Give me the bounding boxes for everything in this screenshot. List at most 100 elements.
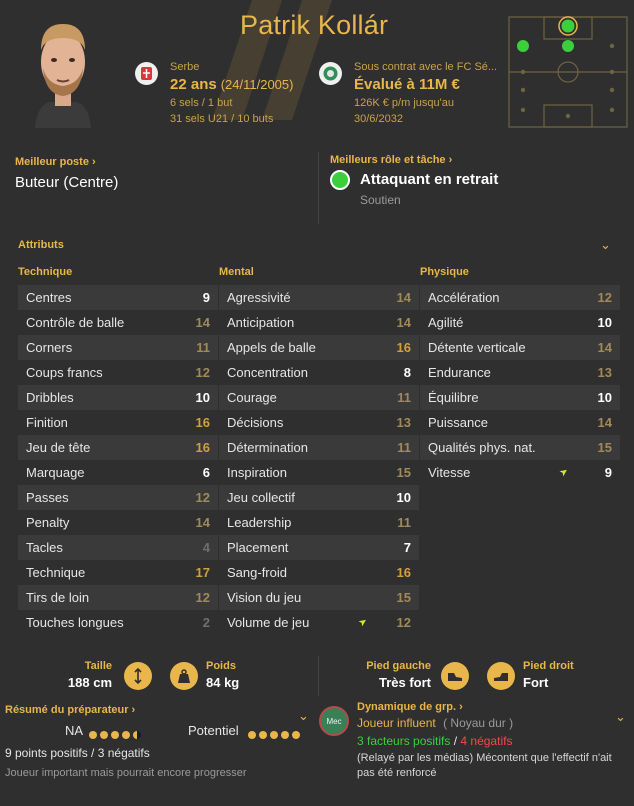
divider bbox=[318, 152, 319, 224]
attribute-row[interactable]: Sang-froid 16 bbox=[219, 560, 419, 585]
chevron-down-icon[interactable]: ⌄ bbox=[600, 237, 611, 253]
left-boot-icon bbox=[441, 662, 469, 690]
attribute-row[interactable]: Courage 11 bbox=[219, 385, 419, 410]
attribute-row[interactable]: Placement 7 bbox=[219, 535, 419, 560]
attribute-row[interactable]: Détente verticale 14 bbox=[420, 335, 620, 360]
attribute-name: Vitesse bbox=[428, 465, 471, 480]
star-icon bbox=[89, 731, 97, 739]
attribute-row[interactable]: Appels de balle 16 bbox=[219, 335, 419, 360]
star-icon bbox=[259, 731, 267, 739]
attribute-name: Puissance bbox=[428, 415, 488, 430]
weight-icon bbox=[170, 662, 198, 690]
attribute-row[interactable]: Tirs de loin 12 bbox=[18, 585, 218, 610]
attribute-value: 16 bbox=[396, 340, 411, 355]
attribute-value: 12 bbox=[195, 590, 210, 605]
attribute-row[interactable]: Leadership 11 bbox=[219, 510, 419, 535]
height-value: 188 cm bbox=[67, 675, 112, 690]
attribute-value: 7 bbox=[403, 540, 411, 555]
attribute-row[interactable]: Contrôle de balle 14 bbox=[18, 310, 218, 335]
role-duty: Soutien bbox=[360, 193, 401, 207]
technical-attributes: Technique Centres 9 Contrôle de balle 14 Cor… bbox=[18, 266, 218, 635]
attribute-name: Concentration bbox=[227, 365, 308, 380]
trend-up-icon: ➤ bbox=[356, 615, 370, 630]
attribute-row[interactable]: Centres 9 bbox=[18, 285, 218, 310]
attribute-value: 14 bbox=[597, 340, 612, 355]
dynamics-label[interactable]: Dynamique de grp. › bbox=[357, 701, 463, 713]
attribute-row[interactable]: Touches longues 2 bbox=[18, 610, 218, 635]
club-crest-icon bbox=[319, 62, 342, 85]
attribute-row[interactable]: Qualités phys. nat. 15 bbox=[420, 435, 620, 460]
attribute-row[interactable]: Jeu de tête 16 bbox=[18, 435, 218, 460]
attribute-row[interactable]: Vitesse ➤ 9 bbox=[420, 460, 620, 485]
attribute-name: Agressivité bbox=[227, 290, 291, 305]
attribute-row[interactable]: Jeu collectif 10 bbox=[219, 485, 419, 510]
attribute-row[interactable]: Agilité 10 bbox=[420, 310, 620, 335]
attribute-name: Finition bbox=[26, 415, 68, 430]
dynamics-group: ( Noyau dur ) bbox=[443, 716, 514, 730]
attribute-name: Courage bbox=[227, 390, 277, 405]
attribute-name: Sang-froid bbox=[227, 565, 287, 580]
physical-attributes: Physique Accélération 12 Agilité 10 Détente … bbox=[420, 266, 620, 485]
attribute-row[interactable]: Puissance 14 bbox=[420, 410, 620, 435]
chevron-down-icon[interactable]: ⌄ bbox=[298, 708, 309, 724]
height-label: Taille bbox=[84, 660, 112, 672]
attribute-value: 14 bbox=[597, 415, 612, 430]
attribute-row[interactable]: Accélération 12 bbox=[420, 285, 620, 310]
left-foot-value: Très fort bbox=[378, 675, 431, 690]
attribute-name: Placement bbox=[227, 540, 289, 555]
best-role[interactable]: Meilleurs rôle et tâche › bbox=[330, 154, 452, 166]
attribute-row[interactable]: Endurance 13 bbox=[420, 360, 620, 385]
coach-report-label[interactable]: Résumé du préparateur › bbox=[5, 704, 135, 716]
attribute-name: Coups francs bbox=[26, 365, 103, 380]
attribute-name: Touches longues bbox=[26, 615, 124, 630]
attribute-row[interactable]: Décisions 13 bbox=[219, 410, 419, 435]
dynamics-badge-icon: Mec bbox=[319, 706, 349, 736]
mental-title: Mental bbox=[219, 266, 254, 278]
right-boot-icon bbox=[487, 662, 515, 690]
attribute-row[interactable]: Vision du jeu 15 bbox=[219, 585, 419, 610]
chevron-down-icon[interactable]: ⌄ bbox=[615, 709, 626, 725]
attribute-name: Penalty bbox=[26, 515, 70, 530]
best-position[interactable]: Meilleur poste › Buteur (Centre) bbox=[15, 156, 118, 191]
contract-club[interactable]: Sous contrat avec le FC Sé... bbox=[354, 61, 497, 73]
attribute-row[interactable]: Dribbles 10 bbox=[18, 385, 218, 410]
attribute-row[interactable]: Tacles 4 bbox=[18, 535, 218, 560]
attribute-row[interactable]: Volume de jeu ➤ 12 bbox=[219, 610, 419, 635]
player-photo bbox=[27, 10, 99, 130]
attribute-value: 16 bbox=[195, 415, 210, 430]
attribute-row[interactable]: Concentration 8 bbox=[219, 360, 419, 385]
attribute-row[interactable]: Agressivité 14 bbox=[219, 285, 419, 310]
star-icon bbox=[292, 731, 300, 739]
contract-end: 30/6/2032 bbox=[354, 113, 403, 125]
star-icon bbox=[111, 731, 119, 739]
attribute-row[interactable]: Équilibre 10 bbox=[420, 385, 620, 410]
right-foot-block: Pied droit Fort bbox=[523, 660, 574, 690]
attribute-name: Équilibre bbox=[428, 390, 479, 405]
nationality: Serbe bbox=[170, 61, 200, 73]
attribute-row[interactable]: Détermination 11 bbox=[219, 435, 419, 460]
attribute-row[interactable]: Passes 12 bbox=[18, 485, 218, 510]
attribute-name: Qualités phys. nat. bbox=[428, 440, 536, 455]
right-foot-value: Fort bbox=[523, 675, 549, 690]
divider bbox=[318, 656, 319, 696]
attribute-row[interactable]: Corners 11 bbox=[18, 335, 218, 360]
attribute-row[interactable]: Penalty 14 bbox=[18, 510, 218, 535]
attribute-value: 14 bbox=[396, 315, 411, 330]
potential-stars bbox=[248, 726, 303, 744]
attribute-row[interactable]: Technique 17 bbox=[18, 560, 218, 585]
right-foot-label: Pied droit bbox=[523, 660, 574, 672]
attribute-value: 9 bbox=[604, 465, 612, 480]
attribute-name: Anticipation bbox=[227, 315, 295, 330]
trend-up-icon: ➤ bbox=[557, 465, 571, 480]
attribute-name: Tirs de loin bbox=[26, 590, 90, 605]
attribute-row[interactable]: Inspiration 15 bbox=[219, 460, 419, 485]
weight-label: Poids bbox=[206, 660, 236, 672]
attribute-row[interactable]: Marquage 6 bbox=[18, 460, 218, 485]
attribute-value: 16 bbox=[396, 565, 411, 580]
negative-factors: 4 négatifs bbox=[460, 734, 513, 748]
age: 22 ans (24/11/2005) bbox=[170, 76, 294, 93]
star-icon bbox=[122, 731, 130, 739]
attribute-row[interactable]: Finition 16 bbox=[18, 410, 218, 435]
attribute-row[interactable]: Anticipation 14 bbox=[219, 310, 419, 335]
attribute-row[interactable]: Coups francs 12 bbox=[18, 360, 218, 385]
